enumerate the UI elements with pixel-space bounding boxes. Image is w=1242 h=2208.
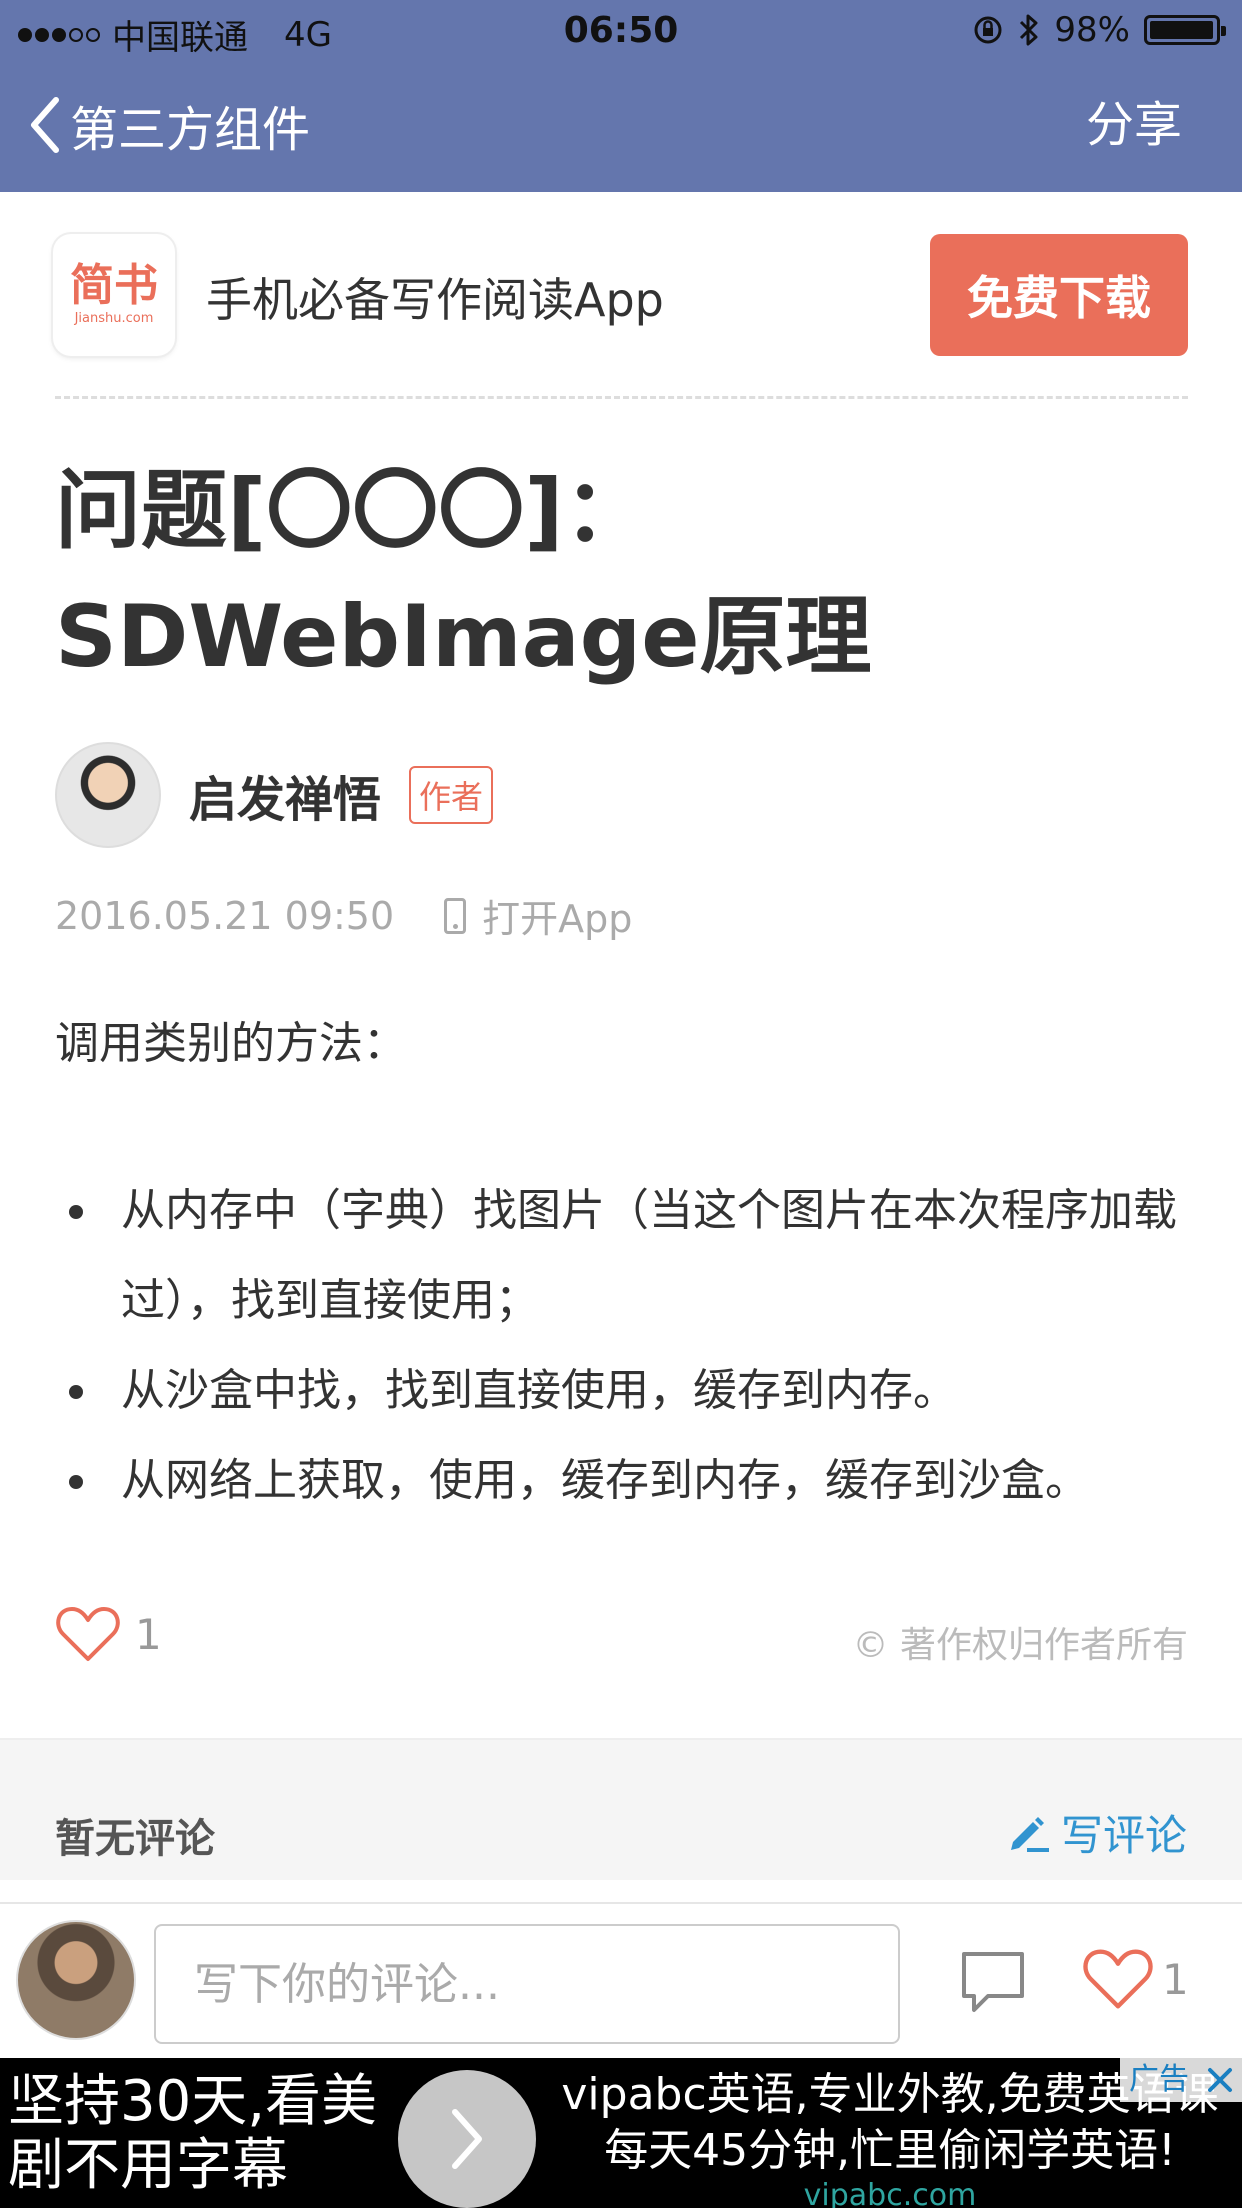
heart-icon xyxy=(1083,1949,1153,2009)
jianshu-logo: 简书 Jianshu.com xyxy=(53,234,175,356)
no-comments-label: 暂无评论 xyxy=(55,1816,215,1862)
network-type: 4G xyxy=(284,14,332,55)
battery-icon xyxy=(1144,15,1226,45)
ad-left-text: 坚持30天,看美 剧不用字幕 xyxy=(8,2070,377,2198)
ad-arrow-button[interactable] xyxy=(398,2070,536,2208)
comments-header: 暂无评论 写评论 xyxy=(0,1738,1242,1880)
article-body: 调用类别的方法： 从内存中（字典）找图片（当这个图片在本次程序加载过），找到直接… xyxy=(55,1012,1195,1526)
bluetooth-icon xyxy=(1020,14,1038,46)
status-left: 中国联通 4G xyxy=(18,10,332,59)
logo-text: 简书 xyxy=(70,260,158,311)
list-item: 从沙盒中找，找到直接使用，缓存到内存。 xyxy=(55,1346,1195,1436)
like-row: 1 © 著作权归作者所有 xyxy=(55,1604,1188,1674)
article-title: 问题[〇〇〇]： SDWebImage原理 xyxy=(55,448,1188,700)
like-count: 1 xyxy=(135,1609,162,1659)
battery-percent: 98% xyxy=(1054,10,1130,50)
ad-close-button[interactable] xyxy=(1198,2058,1242,2102)
user-avatar xyxy=(16,1920,136,2040)
battery-level xyxy=(1150,21,1213,39)
bullet-list: 从内存中（字典）找图片（当这个图片在本次程序加载过），找到直接使用； 从沙盒中找… xyxy=(55,1166,1195,1526)
nav-bar: 第三方组件 分享 xyxy=(0,62,1242,192)
comment-bubble-icon[interactable] xyxy=(958,1948,1028,2018)
ad-right-line2: 每天45分钟,忙里偷闲学英语! xyxy=(604,2125,1176,2176)
chevron-left-icon xyxy=(31,97,59,153)
close-icon xyxy=(1208,2068,1232,2092)
status-bar: 中国联通 4G 06:50 98% xyxy=(0,0,1242,62)
ad-site: vipabc.com xyxy=(803,2178,977,2208)
share-button[interactable]: 分享 xyxy=(1086,90,1182,160)
copyright-notice: © 著作权归作者所有 xyxy=(852,1625,1188,1666)
signal-strength-icon xyxy=(18,27,100,42)
logo-domain: Jianshu.com xyxy=(74,311,154,326)
author-row: 启发禅悟 作者 xyxy=(55,742,494,848)
nav-title: 第三方组件 xyxy=(70,102,311,158)
ad-tag: 广告 xyxy=(1120,2058,1198,2102)
chevron-right-icon xyxy=(452,2109,482,2169)
phone-icon xyxy=(444,897,467,934)
bottom-like-button[interactable]: 1 xyxy=(1082,1946,1189,2012)
ad-left-line2: 剧不用字幕 xyxy=(8,2133,288,2198)
article-meta: 2016.05.21 09:50 打开App xyxy=(55,888,632,943)
open-app-link[interactable]: 打开App xyxy=(482,888,632,943)
author-avatar[interactable] xyxy=(55,742,161,848)
list-item: 从内存中（字典）找图片（当这个图片在本次程序加载过），找到直接使用； xyxy=(55,1166,1195,1346)
bottom-like-count: 1 xyxy=(1162,1954,1189,2004)
ad-left-line1: 坚持30天,看美 xyxy=(8,2069,378,2134)
article-intro: 调用类别的方法： xyxy=(55,1018,407,1069)
like-button[interactable]: 1 xyxy=(55,1604,162,1664)
promo-tagline: 手机必备写作阅读App xyxy=(206,273,664,327)
app-promo-banner: 简书 Jianshu.com 手机必备写作阅读App 免费下载 xyxy=(0,192,1242,398)
list-item: 从网络上获取，使用，缓存到内存，缓存到沙盒。 xyxy=(55,1436,1195,1526)
ad-banner[interactable]: 坚持30天,看美 剧不用字幕 vipabc英语,专业外教,免费英语课 每天45分… xyxy=(0,2058,1242,2208)
carrier-name: 中国联通 xyxy=(112,18,248,58)
write-comment-label: 写评论 xyxy=(1060,1811,1187,1860)
comment-bar: 1 xyxy=(0,1902,1242,2058)
back-button[interactable]: 第三方组件 xyxy=(28,90,310,160)
article-title-line2: SDWebImage原理 xyxy=(55,587,872,687)
write-comment-button[interactable]: 写评论 xyxy=(1007,1802,1187,1863)
author-badge: 作者 xyxy=(409,766,494,824)
pencil-icon xyxy=(1010,1816,1049,1852)
promo-divider xyxy=(55,396,1188,399)
publish-date: 2016.05.21 09:50 xyxy=(55,893,395,938)
author-name[interactable]: 启发禅悟 xyxy=(189,760,381,830)
article-title-line1: 问题[〇〇〇]： xyxy=(55,461,650,561)
orientation-lock-icon xyxy=(974,16,1002,44)
heart-icon xyxy=(56,1607,120,1661)
comment-input[interactable] xyxy=(154,1924,900,2044)
status-right: 98% xyxy=(972,10,1226,50)
free-download-button[interactable]: 免费下载 xyxy=(930,234,1188,356)
